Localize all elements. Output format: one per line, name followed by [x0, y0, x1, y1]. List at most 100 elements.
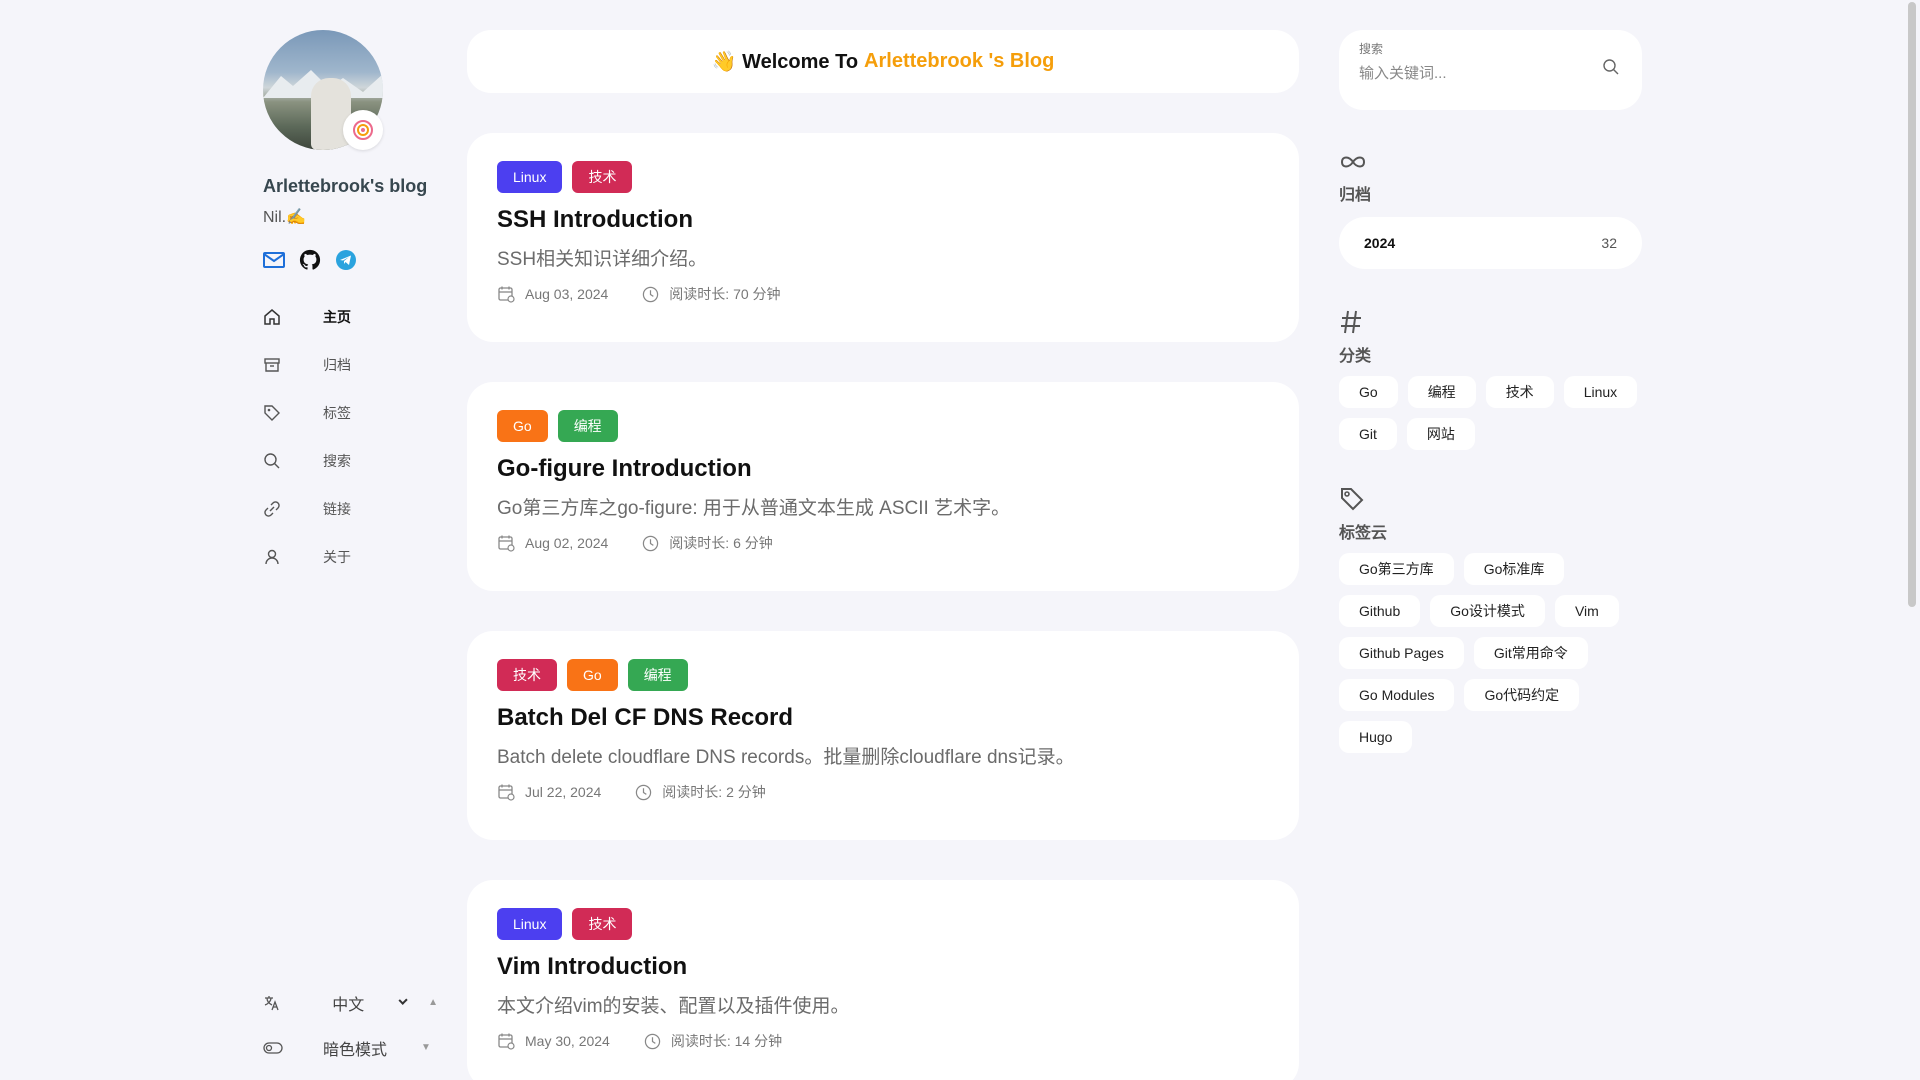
nav-item-tags[interactable]: 标签	[263, 389, 438, 437]
theme-selector[interactable]: 暗色模式 ▼	[263, 1025, 438, 1070]
blog-subtitle: Nil.✍️	[263, 209, 307, 226]
post-description: 本文介绍vim的安装、配置以及插件使用。	[497, 996, 850, 1017]
tagcloud-chip[interactable]: Github Pages	[1339, 637, 1464, 669]
tagcloud-chip[interactable]: Go代码约定	[1464, 679, 1580, 711]
category-list: Go 编程 技术 Linux Git 网站	[1339, 376, 1642, 450]
caret-up-icon: ▲	[428, 997, 438, 1008]
main-nav: 主页 归档 标签 搜索 链接 关于	[263, 293, 438, 581]
telegram-icon[interactable]	[335, 249, 357, 271]
post-card[interactable]: Go 编程 Go-figure Introduction Go第三方库之go-f…	[467, 382, 1299, 591]
post-read-time: 阅读时长: 6 分钟	[669, 535, 773, 551]
post-title[interactable]: SSH Introduction	[497, 206, 1269, 236]
tagcloud-section: 标签云 Go第三方库 Go标准库 Github Go设计模式 Vim Githu…	[1339, 486, 1642, 753]
blog-title[interactable]: Arlettebrook's blog	[263, 176, 438, 197]
tagcloud-chip[interactable]: Vim	[1554, 595, 1619, 627]
post-tag[interactable]: 技术	[497, 659, 557, 691]
post-tags: Linux 技术	[497, 161, 1269, 193]
post-tag[interactable]: Linux	[497, 161, 563, 193]
post-tag[interactable]: 技术	[572, 161, 633, 193]
home-icon	[263, 308, 323, 326]
post-card[interactable]: Linux 技术 Vim Introduction 本文介绍vim的安装、配置以…	[467, 880, 1299, 1080]
tagcloud-title: 标签云	[1339, 525, 1388, 542]
nav-item-links[interactable]: 链接	[263, 485, 438, 533]
post-title[interactable]: Batch Del CF DNS Record	[497, 704, 1269, 734]
post-tag[interactable]: Go	[497, 410, 548, 442]
language-value: 中文	[332, 996, 365, 1014]
post-tag[interactable]: 技术	[572, 908, 633, 940]
post-read-time: 阅读时长: 70 分钟	[669, 286, 781, 302]
post-date: Aug 03, 2024	[525, 286, 609, 302]
tagcloud-chip[interactable]: Go第三方库	[1339, 553, 1454, 585]
lollipop-icon	[353, 120, 373, 140]
post-meta: Jul 22, 2024 阅读时长: 2 分钟	[497, 782, 1269, 802]
theme-value: 暗色模式	[323, 1041, 388, 1059]
caret-down-icon: ▼	[421, 1042, 431, 1053]
post-date: Aug 02, 2024	[525, 535, 609, 551]
post-title[interactable]: Vim Introduction	[497, 953, 1269, 983]
scrollbar-thumb[interactable]	[1908, 2, 1916, 607]
search-icon	[263, 452, 323, 470]
category-chip[interactable]: 网站	[1406, 418, 1475, 450]
tagcloud-chip[interactable]: Go设计模式	[1430, 595, 1545, 627]
sidebar-settings: 中文 ▲ 暗色模式 ▼	[263, 980, 438, 1070]
tagcloud-list: Go第三方库 Go标准库 Github Go设计模式 Vim Github Pa…	[1339, 553, 1642, 753]
calendar-icon	[498, 286, 515, 303]
tagcloud-chip[interactable]: Go Modules	[1339, 679, 1455, 711]
post-tag[interactable]: Linux	[497, 908, 563, 940]
category-chip[interactable]: 技术	[1485, 376, 1554, 408]
post-tag[interactable]: 编程	[557, 410, 618, 442]
post-card[interactable]: Linux 技术 SSH Introduction SSH相关知识详细介绍。 A…	[467, 133, 1299, 342]
language-selector[interactable]: 中文 ▲	[263, 980, 438, 1025]
translate-icon	[263, 994, 317, 1012]
post-tag[interactable]: 编程	[627, 659, 688, 691]
mail-icon[interactable]	[263, 249, 285, 271]
nav-item-archive[interactable]: 归档	[263, 341, 438, 389]
archive-icon	[263, 356, 323, 374]
tagcloud-chip[interactable]: Github	[1339, 595, 1421, 627]
clock-icon	[636, 784, 652, 800]
calendar-icon	[498, 1033, 515, 1050]
post-tag[interactable]: Go	[567, 659, 618, 691]
welcome-name: Arlettebrook 's Blog	[864, 50, 1055, 72]
nav-label: 搜索	[323, 453, 351, 469]
tag-icon	[263, 404, 323, 422]
post-tags: Go 编程	[497, 410, 1269, 442]
main-content: 👋 Welcome To Arlettebrook 's Blog Linux …	[467, 30, 1299, 1080]
post-meta: Aug 03, 2024 阅读时长: 70 分钟	[497, 284, 1269, 304]
tagcloud-chip[interactable]: Go标准库	[1463, 553, 1565, 585]
welcome-prefix: 👋 Welcome To	[711, 51, 859, 73]
post-title[interactable]: Go-figure Introduction	[497, 455, 1269, 485]
nav-label: 归档	[323, 357, 351, 373]
category-chip[interactable]: Go	[1339, 376, 1398, 408]
social-links	[263, 249, 438, 271]
clock-icon	[643, 286, 659, 302]
tagcloud-chip[interactable]: Git常用命令	[1473, 637, 1588, 669]
category-chip[interactable]: 编程	[1407, 376, 1476, 408]
search-input[interactable]	[1359, 65, 1579, 82]
categories-title: 分类	[1339, 348, 1372, 365]
nav-label: 链接	[323, 501, 351, 517]
post-tags: 技术 Go 编程	[497, 659, 1269, 691]
avatar-container[interactable]	[263, 30, 383, 150]
tagcloud-chip[interactable]: Hugo	[1339, 721, 1413, 753]
toggle-icon	[263, 1041, 323, 1055]
nav-item-about[interactable]: 关于	[263, 533, 438, 581]
category-chip[interactable]: Linux	[1563, 376, 1638, 408]
archive-title: 归档	[1339, 187, 1372, 204]
nav-item-home[interactable]: 主页	[263, 293, 438, 341]
nav-item-search[interactable]: 搜索	[263, 437, 438, 485]
link-icon	[263, 500, 323, 518]
page-scrollbar[interactable]	[1904, 0, 1920, 1080]
categories-section: 分类 Go 编程 技术 Linux Git 网站	[1339, 309, 1642, 450]
avatar-emoji-badge	[343, 110, 383, 150]
post-date: May 30, 2024	[525, 1033, 610, 1049]
post-card[interactable]: 技术 Go 编程 Batch Del CF DNS Record Batch d…	[467, 631, 1299, 840]
welcome-banner: 👋 Welcome To Arlettebrook 's Blog	[467, 30, 1299, 93]
hash-icon	[1341, 310, 1361, 334]
left-sidebar: Arlettebrook's blog Nil.✍️ 主页 归档 标签 搜索 链…	[263, 30, 438, 1070]
category-chip[interactable]: Git	[1339, 418, 1397, 450]
archive-year-row[interactable]: 2024 32	[1339, 217, 1642, 269]
search-icon[interactable]	[1602, 58, 1620, 81]
github-icon[interactable]	[299, 249, 321, 271]
tag-icon	[1341, 488, 1364, 511]
